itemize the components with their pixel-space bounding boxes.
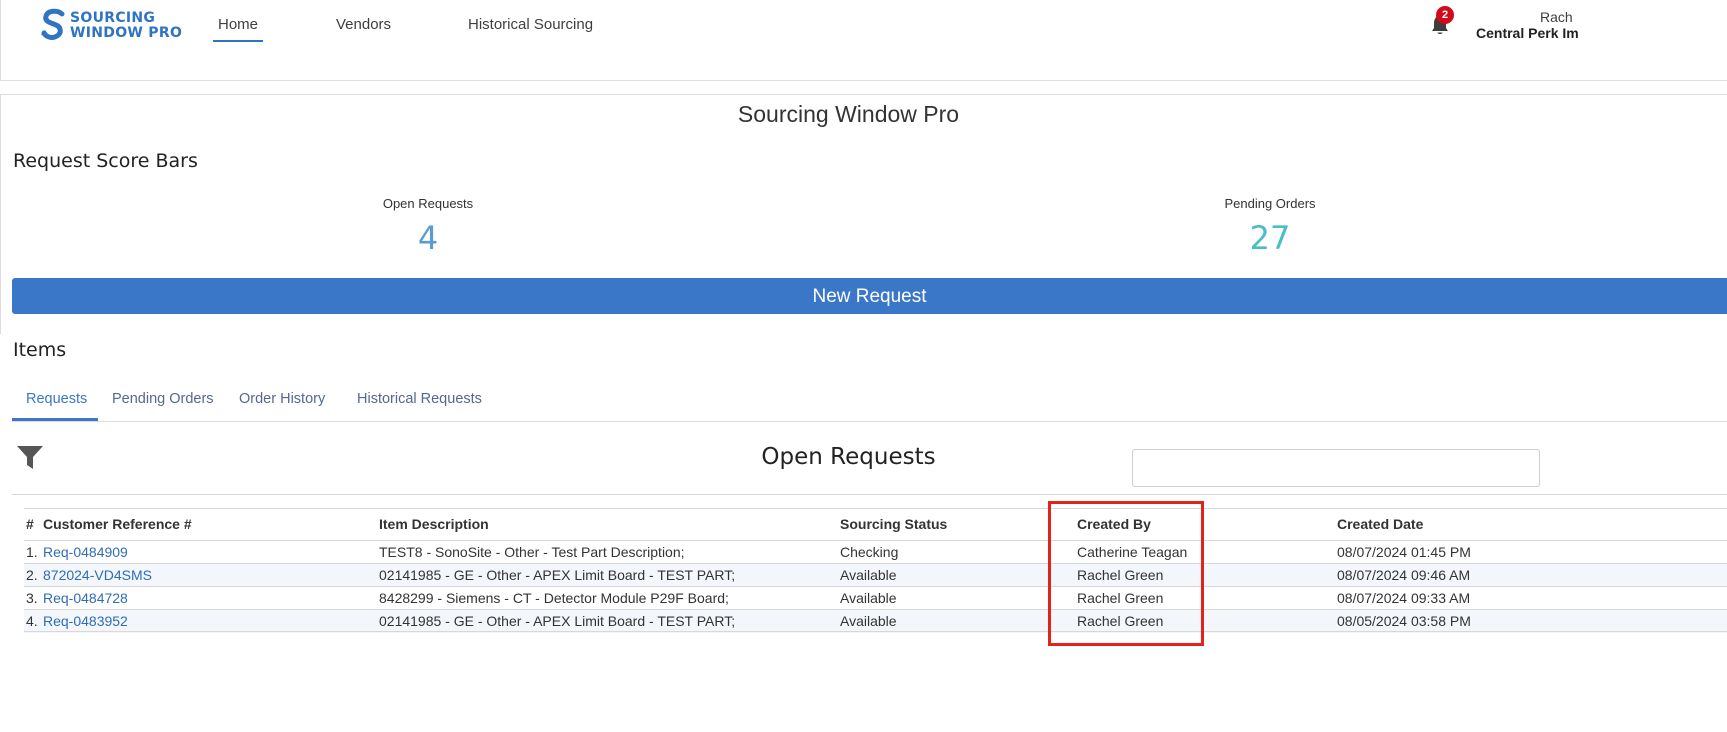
customer-ref-link[interactable]: Req-0484728 — [43, 590, 128, 606]
row-number: 3. — [26, 590, 38, 606]
page-title: Sourcing Window Pro — [737, 101, 960, 127]
col-created-by[interactable]: Created By — [1077, 516, 1151, 532]
tab-historical-requests[interactable]: Historical Requests — [357, 391, 482, 407]
items-title: Items — [13, 339, 67, 361]
col-sourcing-status[interactable]: Sourcing Status — [840, 516, 947, 532]
created-by: Rachel Green — [1077, 567, 1164, 583]
left-border — [0, 94, 1, 334]
new-request-button[interactable]: New Request — [12, 278, 1727, 314]
table-row: 1. Req-0484909 TEST8 - SonoSite - Other … — [24, 540, 1727, 564]
item-description: TEST8 - SonoSite - Other - Test Part Des… — [379, 544, 685, 560]
row-number: 1. — [26, 544, 38, 560]
item-description: 02141985 - GE - Other - APEX Limit Board… — [379, 567, 736, 583]
table-top-border — [12, 494, 1727, 495]
tab-pending-orders[interactable]: Pending Orders — [112, 391, 214, 407]
nav-historical-sourcing[interactable]: Historical Sourcing — [468, 16, 593, 33]
table-bottom-border — [24, 631, 1727, 632]
pending-orders-label: Pending Orders — [1224, 196, 1316, 211]
sourcing-status: Checking — [840, 544, 899, 560]
user-org: Central Perk Im — [1476, 25, 1579, 41]
item-description: 02141985 - GE - Other - APEX Limit Board… — [379, 613, 736, 629]
created-date: 08/07/2024 01:45 PM — [1337, 544, 1471, 560]
logo-line-1: SOURCING — [70, 10, 156, 26]
open-requests-count[interactable]: 4 — [328, 219, 528, 257]
row-number: 2. — [26, 567, 38, 583]
logo-text[interactable]: SOURCING WINDOW PRO — [70, 11, 182, 41]
customer-ref-link[interactable]: 872024-VD4SMS — [43, 567, 152, 583]
col-customer-ref[interactable]: Customer Reference # — [43, 516, 192, 532]
item-description: 8428299 - Siemens - CT - Detector Module… — [379, 590, 729, 606]
created-date: 08/07/2024 09:46 AM — [1337, 567, 1471, 583]
user-name[interactable]: Rach — [1540, 9, 1573, 25]
table-row: 2. 872024-VD4SMS 02141985 - GE - Other -… — [24, 563, 1727, 587]
score-section-title: Request Score Bars — [13, 150, 198, 172]
logo-line-2: WINDOW PRO — [70, 25, 183, 41]
col-number: # — [26, 516, 34, 532]
pending-orders-count[interactable]: 27 — [1170, 219, 1370, 257]
col-created-date[interactable]: Created Date — [1337, 516, 1423, 532]
nav-active-underline — [213, 40, 263, 42]
created-by: Rachel Green — [1077, 590, 1164, 606]
sourcing-status: Available — [840, 590, 897, 606]
top-header: SOURCING WINDOW PRO Home Vendors Histori… — [0, 0, 1727, 81]
row-number: 4. — [26, 613, 38, 629]
created-date: 08/07/2024 09:33 AM — [1337, 590, 1471, 606]
nav-vendors[interactable]: Vendors — [336, 16, 391, 33]
tab-order-history[interactable]: Order History — [239, 391, 325, 407]
col-item-description[interactable]: Item Description — [379, 516, 489, 532]
created-by: Catherine Teagan — [1077, 544, 1188, 560]
tab-divider — [12, 421, 1727, 422]
table-row: 4. Req-0483952 02141985 - GE - Other - A… — [24, 609, 1727, 633]
created-date: 08/05/2024 03:58 PM — [1337, 613, 1471, 629]
open-requests-label: Open Requests — [382, 196, 474, 211]
table-header-border — [24, 508, 1727, 509]
divider — [0, 94, 1727, 95]
created-by: Rachel Green — [1077, 613, 1164, 629]
notification-badge[interactable]: 2 — [1436, 6, 1454, 24]
table-row: 3. Req-0484728 8428299 - Siemens - CT - … — [24, 586, 1727, 610]
sourcing-status: Available — [840, 567, 897, 583]
nav-home[interactable]: Home — [218, 16, 258, 33]
logo-s-icon[interactable] — [40, 8, 68, 44]
tab-requests[interactable]: Requests — [26, 391, 87, 407]
sourcing-status: Available — [840, 613, 897, 629]
customer-ref-link[interactable]: Req-0483952 — [43, 613, 128, 629]
search-input[interactable] — [1132, 449, 1540, 487]
customer-ref-link[interactable]: Req-0484909 — [43, 544, 128, 560]
left-border — [0, 0, 1, 80]
